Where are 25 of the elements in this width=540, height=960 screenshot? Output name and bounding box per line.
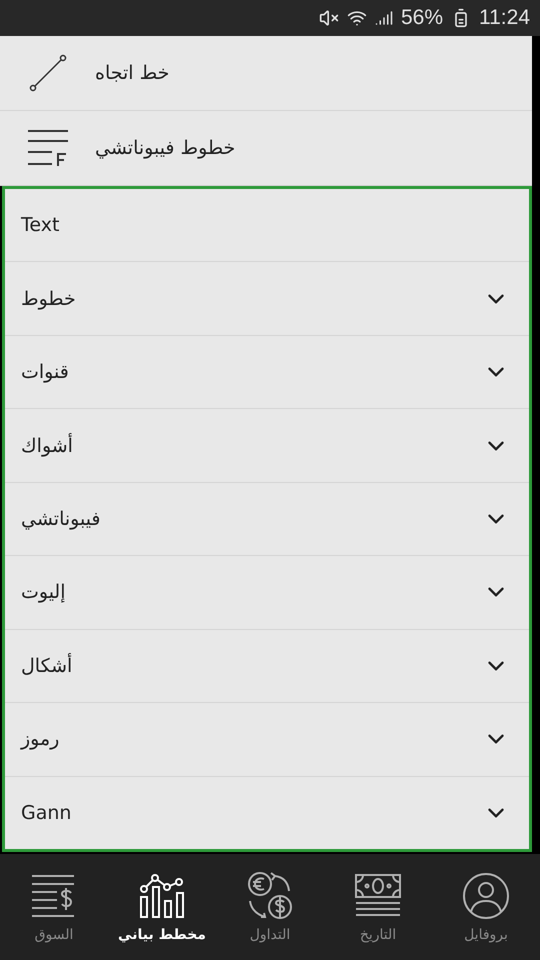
fibonacci-lines-icon xyxy=(26,128,68,168)
currency-exchange-icon xyxy=(245,871,295,921)
category-label[interactable]: Text xyxy=(21,214,60,236)
tool-label[interactable]: خط اتجاه xyxy=(95,62,170,84)
category-label[interactable]: خطوط xyxy=(21,288,76,310)
nav-tab[interactable]: التاريخ xyxy=(360,927,396,943)
category-label[interactable]: أشواك xyxy=(21,434,73,457)
category-label[interactable]: فيبوناتشي xyxy=(21,508,101,530)
tool-label[interactable]: خطوط فيبوناتشي xyxy=(95,137,236,159)
nav-tab[interactable]: مخطط بياني xyxy=(118,927,206,943)
nav-tab[interactable]: السوق xyxy=(34,927,74,943)
profile-icon xyxy=(461,871,511,921)
category-label[interactable]: رموز xyxy=(21,728,60,750)
nav-tab[interactable]: التداول xyxy=(250,927,290,943)
chart-icon xyxy=(137,871,187,921)
signal-icon xyxy=(374,9,393,27)
clock-time: 11:24 xyxy=(479,6,530,30)
category-label[interactable]: قنوات xyxy=(21,361,69,384)
trend-line-icon xyxy=(28,53,68,93)
category-label[interactable]: Gann xyxy=(21,802,72,824)
nav-tab[interactable]: بروفايل xyxy=(464,927,508,943)
category-label[interactable]: إليوت xyxy=(21,581,66,604)
mute-icon xyxy=(318,8,339,28)
battery-percent: 56% xyxy=(400,6,443,30)
category-label[interactable]: أشكال xyxy=(21,654,72,677)
